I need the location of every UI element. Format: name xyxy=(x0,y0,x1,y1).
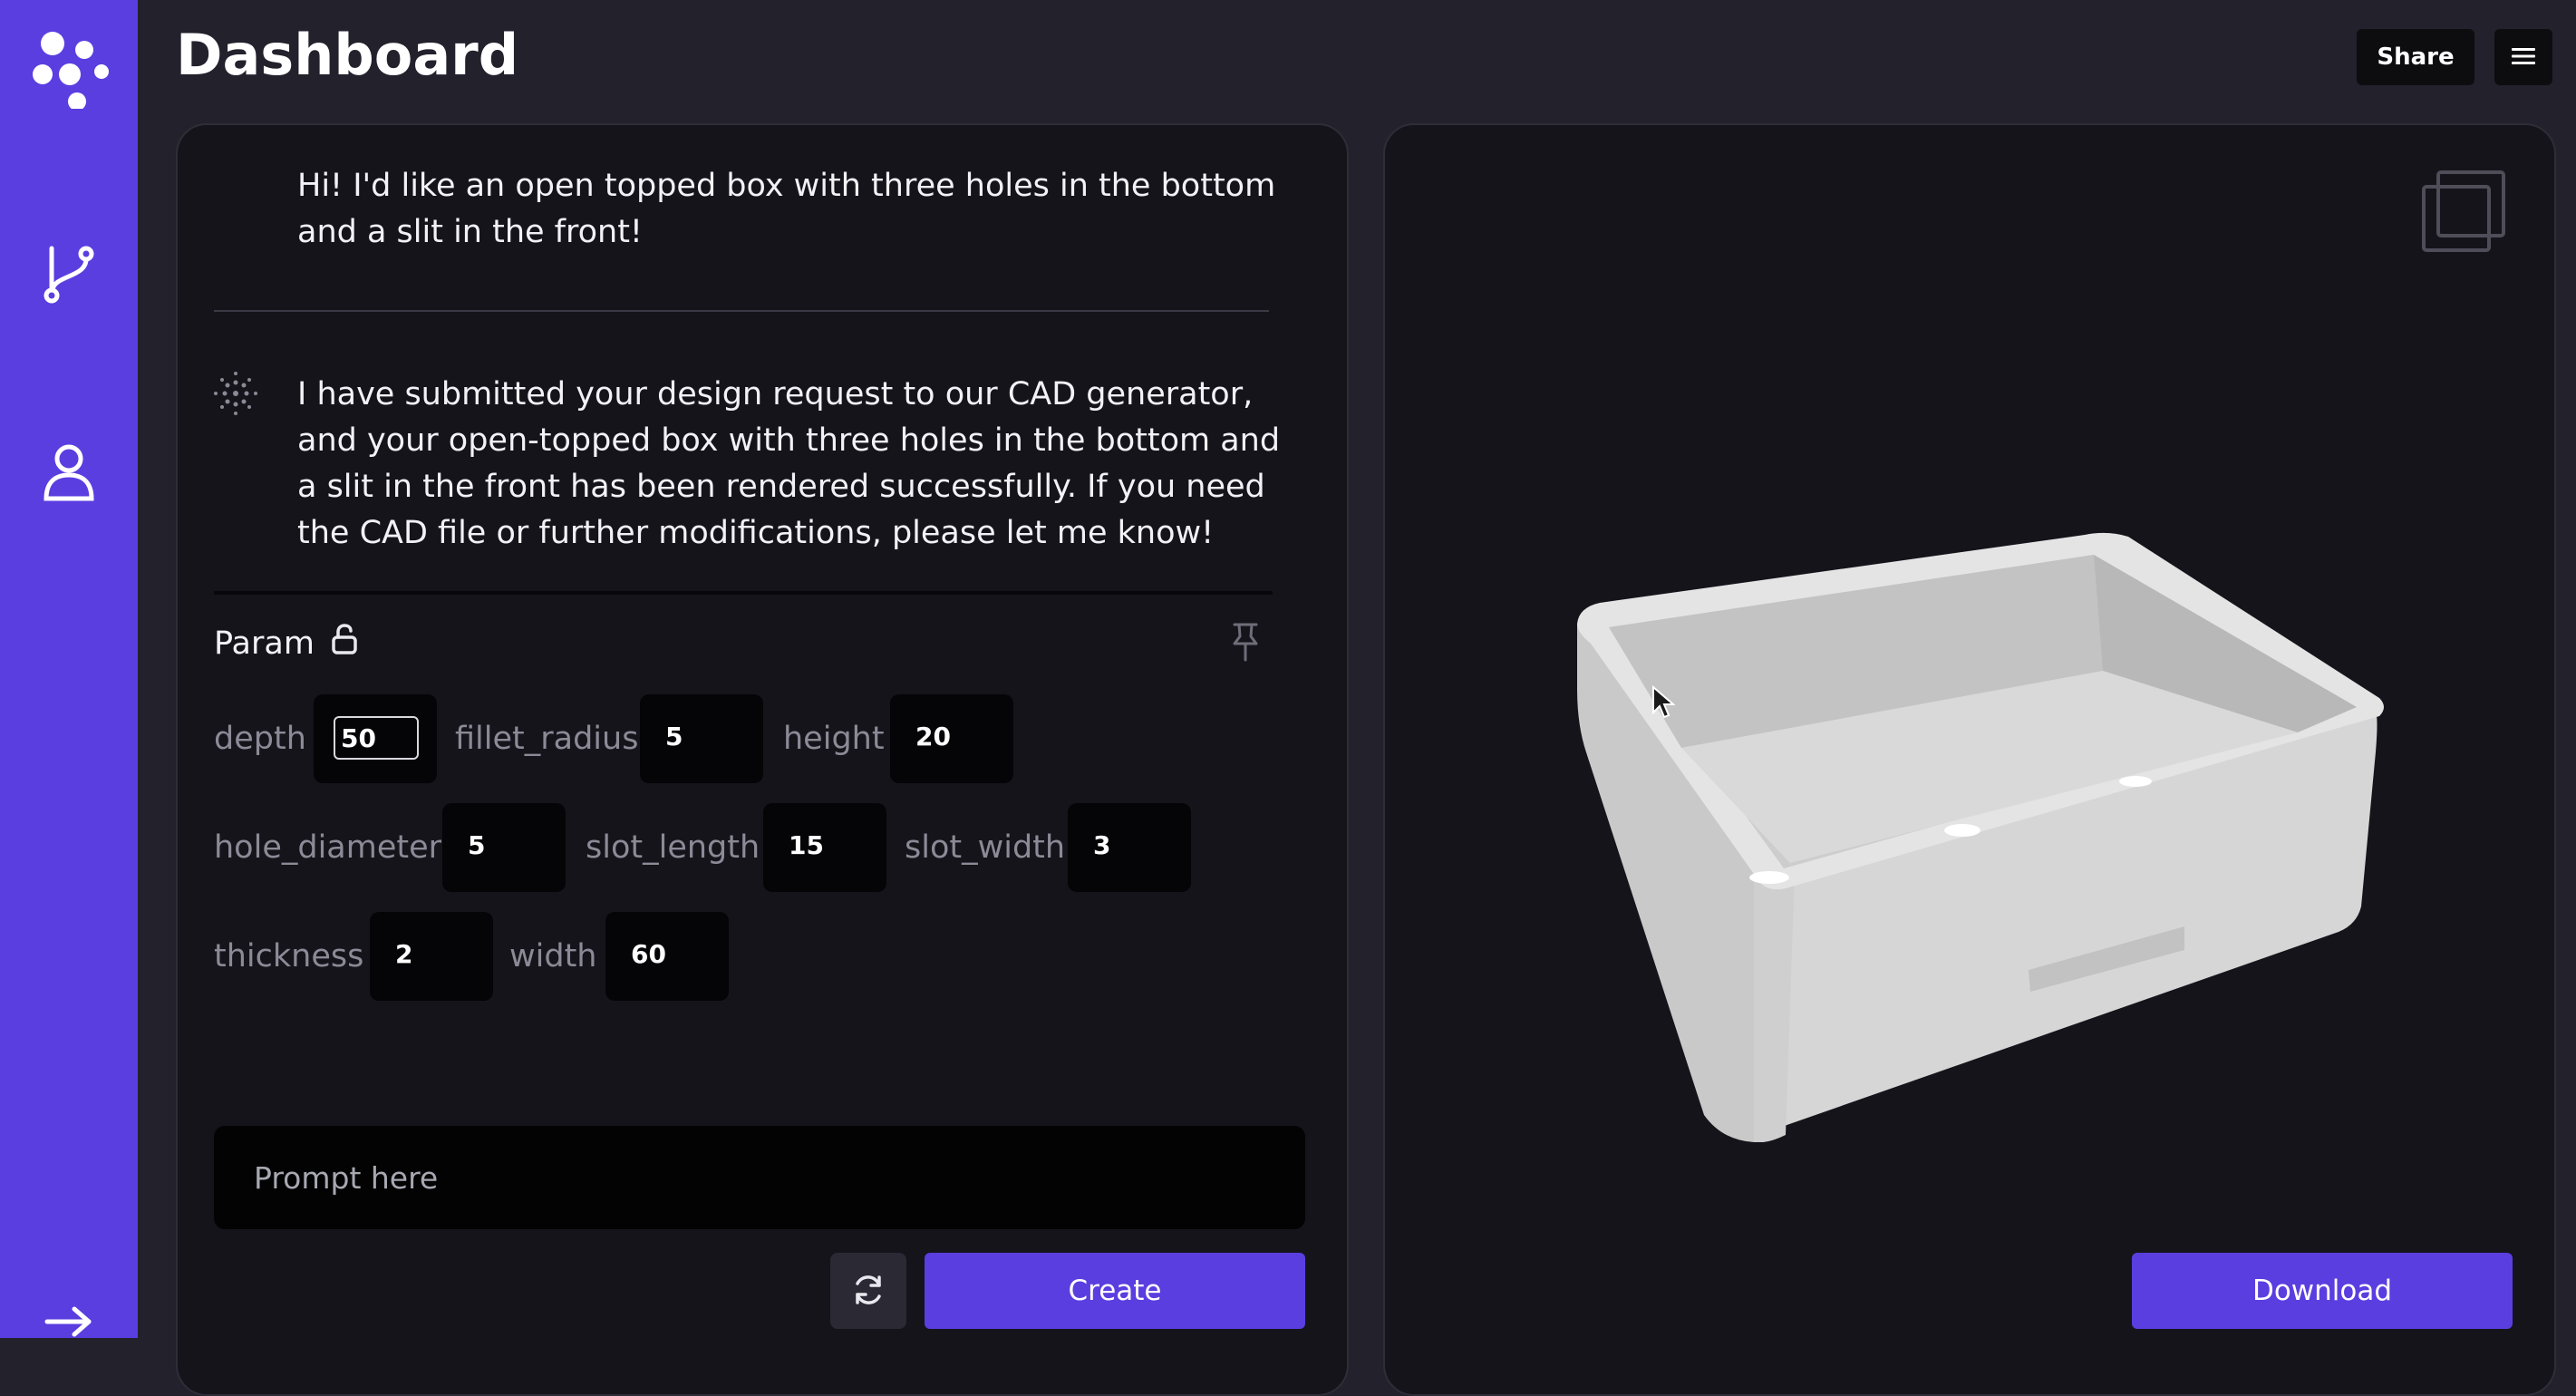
menu-button[interactable] xyxy=(2494,29,2552,85)
param-input-thickness[interactable] xyxy=(390,934,473,974)
param-label-fillet-radius: fillet_radius xyxy=(455,721,639,757)
assistant-avatar xyxy=(210,368,261,422)
fullscreen-icon[interactable] xyxy=(2418,169,2509,257)
refresh-icon xyxy=(851,1273,886,1310)
param-input-fillet-radius[interactable] xyxy=(660,716,743,756)
message-divider xyxy=(214,310,1269,312)
params-divider xyxy=(214,591,1273,595)
param-field-thickness[interactable] xyxy=(370,912,493,1001)
param-input-height[interactable] xyxy=(910,716,993,756)
hamburger-menu-icon xyxy=(2512,46,2535,69)
param-label-slot-length: slot_length xyxy=(586,829,760,866)
cad-model-render[interactable] xyxy=(1559,526,2420,1146)
assistant-message: I have submitted your design request to … xyxy=(297,376,1281,551)
param-input-slot-length[interactable] xyxy=(783,825,867,865)
param-input-depth[interactable] xyxy=(334,716,419,760)
mouse-cursor-icon xyxy=(1651,684,1676,723)
param-label-width: width xyxy=(509,938,597,974)
param-field-height[interactable] xyxy=(890,694,1013,783)
sidebar xyxy=(0,0,138,1338)
git-branch-icon[interactable] xyxy=(0,245,138,305)
user-message: Hi! I'd like an open topped box with thr… xyxy=(297,168,1276,250)
param-field-depth[interactable] xyxy=(314,694,437,783)
param-label-hole-diameter: hole_diameter xyxy=(214,829,442,866)
lock-open-icon[interactable] xyxy=(331,624,358,663)
param-label-thickness: thickness xyxy=(214,938,364,974)
create-button[interactable]: Create xyxy=(925,1253,1305,1329)
arrow-right-icon[interactable] xyxy=(0,1305,138,1338)
param-field-fillet-radius[interactable] xyxy=(640,694,763,783)
download-button[interactable]: Download xyxy=(2132,1253,2513,1329)
param-label-depth: depth xyxy=(214,721,306,757)
param-label-height: height xyxy=(783,721,885,757)
param-field-slot-length[interactable] xyxy=(763,803,886,892)
param-field-hole-diameter[interactable] xyxy=(442,803,566,892)
param-input-hole-diameter[interactable] xyxy=(462,825,546,865)
pin-icon[interactable] xyxy=(1229,622,1262,665)
param-field-slot-width[interactable] xyxy=(1068,803,1191,892)
param-input-slot-width[interactable] xyxy=(1088,825,1171,865)
param-input-width[interactable] xyxy=(625,934,709,974)
param-label-slot-width: slot_width xyxy=(905,829,1066,866)
share-button[interactable]: Share xyxy=(2357,29,2474,85)
page-title: Dashboard xyxy=(176,22,519,88)
param-field-width[interactable] xyxy=(605,912,729,1001)
params-header: Param xyxy=(214,624,358,663)
prompt-input[interactable] xyxy=(214,1126,1305,1229)
params-title: Param xyxy=(214,625,315,662)
logo-dots-icon[interactable] xyxy=(0,25,138,109)
user-icon[interactable] xyxy=(0,442,138,502)
regenerate-button[interactable] xyxy=(830,1253,906,1329)
